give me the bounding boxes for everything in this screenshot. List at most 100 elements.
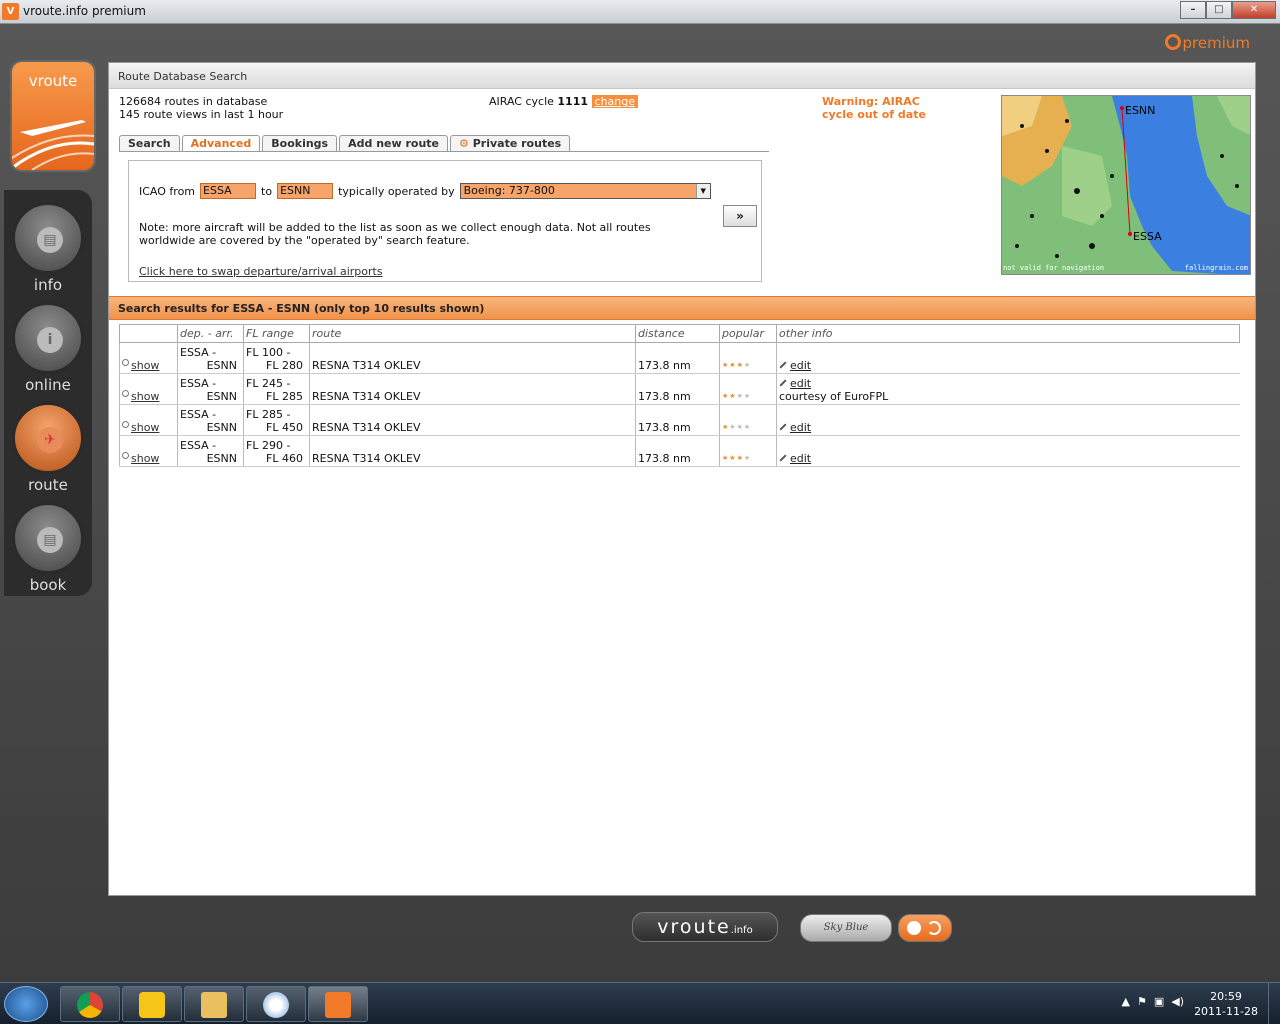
column-header bbox=[119, 324, 178, 343]
plane-icon bbox=[139, 992, 165, 1018]
fl-range-cell: FL 100 - FL 280 bbox=[243, 342, 310, 374]
window-titlebar: V vroute.info premium – □ ✕ bbox=[0, 0, 1280, 24]
fl-to: FL 280 bbox=[266, 359, 303, 372]
gear-icon: ⚙ bbox=[459, 137, 469, 150]
column-header: popular bbox=[719, 324, 777, 343]
info-icon: i bbox=[37, 327, 63, 353]
fl-to: FL 450 bbox=[266, 421, 303, 434]
vroute-logo[interactable]: vroute bbox=[12, 62, 94, 170]
pencil-icon bbox=[779, 361, 787, 369]
taskbar-vroute[interactable] bbox=[308, 986, 368, 1022]
sidebar-item-route[interactable]: ✈ route bbox=[10, 402, 86, 502]
route-search-panel: Route Database Search 126684 routes in d… bbox=[108, 62, 1256, 896]
pencil-icon bbox=[779, 379, 787, 387]
aircraft-note: Note: more aircraft will be added to the… bbox=[139, 221, 651, 247]
advanced-search-form: ICAO from ESSA to ESNN typically operate… bbox=[128, 160, 762, 282]
clock[interactable]: 20:59 2011-11-28 bbox=[1194, 989, 1258, 1019]
window-controls: – □ ✕ bbox=[1180, 1, 1276, 19]
magnifier-icon bbox=[122, 359, 129, 366]
distance-cell: 173.8 nm bbox=[635, 373, 720, 405]
taskbar-explorer[interactable] bbox=[184, 986, 244, 1022]
departure: ESSA - bbox=[180, 408, 217, 421]
show-route-link[interactable]: show bbox=[131, 421, 159, 434]
airac-change-link[interactable]: change bbox=[591, 95, 639, 108]
star-icon: ★ bbox=[729, 423, 737, 431]
airac-cycle: 1111 bbox=[557, 95, 589, 108]
star-icon: ★ bbox=[729, 454, 737, 462]
star-icon: ★ bbox=[743, 392, 752, 400]
star-icon: ★ bbox=[729, 361, 737, 369]
tab-add-new-route[interactable]: Add new route bbox=[339, 135, 449, 151]
system-tray[interactable]: ▲ ⚑ ▣ ◀) bbox=[1122, 995, 1184, 1008]
taskbar-flight-app[interactable] bbox=[122, 986, 182, 1022]
app-icon: V bbox=[2, 3, 19, 20]
arrival: ESNN bbox=[206, 359, 237, 372]
aircraft-select-value: Boeing: 737-800 bbox=[463, 184, 555, 197]
premium-label: premium bbox=[1182, 34, 1251, 52]
route-map[interactable]: ESNN ESSA not valid for navigation falli… bbox=[1001, 95, 1251, 275]
sidebar-item-label: route bbox=[28, 476, 68, 494]
document-icon: ▤ bbox=[37, 227, 63, 253]
to-label: to bbox=[261, 184, 273, 198]
show-desktop-button[interactable] bbox=[1268, 983, 1280, 1024]
edit-link[interactable]: edit bbox=[790, 421, 811, 434]
sidebar-item-label: info bbox=[33, 276, 63, 294]
taskbar-chrome[interactable] bbox=[60, 986, 120, 1022]
sidebar-nav: ▤ info i online ✈ route ▤ book bbox=[4, 190, 92, 596]
clock-time: 20:59 bbox=[1210, 990, 1242, 1003]
moon-icon bbox=[927, 921, 941, 935]
gear-icon bbox=[1164, 34, 1181, 50]
skin-sky-blue-button[interactable]: Sky Blue bbox=[800, 914, 892, 942]
minimize-button[interactable]: – bbox=[1180, 1, 1206, 19]
tab-bookings[interactable]: Bookings bbox=[262, 135, 338, 151]
search-tabs: Search Advanced Bookings Add new route ⚙… bbox=[119, 135, 572, 151]
tab-search[interactable]: Search bbox=[119, 135, 180, 151]
sidebar-item-book[interactable]: ▤ book bbox=[10, 502, 86, 602]
aircraft-select[interactable]: Boeing: 737-800 ▼ bbox=[459, 183, 711, 199]
fl-range-cell: FL 285 - FL 450 bbox=[243, 404, 310, 436]
swap-airports-link[interactable]: Click here to swap departure/arrival air… bbox=[139, 265, 383, 278]
distance-cell: 173.8 nm bbox=[635, 342, 720, 374]
star-icon: ★ bbox=[736, 454, 744, 462]
other-info-cell: edit bbox=[776, 342, 1240, 374]
show-route-link[interactable]: show bbox=[131, 452, 159, 465]
info-text: courtesy of EuroFPL bbox=[779, 390, 889, 403]
maximize-button[interactable]: □ bbox=[1206, 1, 1232, 19]
sidebar-item-info[interactable]: ▤ info bbox=[10, 202, 86, 302]
vroute-brand: vroute.info bbox=[632, 912, 778, 942]
column-header: dep. - arr. bbox=[177, 324, 244, 343]
show-cell: show bbox=[119, 404, 178, 436]
from-airport-input[interactable]: ESSA bbox=[200, 183, 257, 199]
sidebar-item-online[interactable]: i online bbox=[10, 302, 86, 402]
column-header: distance bbox=[635, 324, 720, 343]
tab-advanced[interactable]: Advanced bbox=[181, 135, 261, 151]
window-title: vroute.info premium bbox=[23, 4, 146, 18]
column-header: FL range bbox=[243, 324, 310, 343]
star-icon: ★ bbox=[736, 361, 744, 369]
star-icon: ★ bbox=[743, 423, 752, 431]
departure: ESSA - bbox=[180, 439, 217, 452]
show-route-link[interactable]: show bbox=[131, 390, 159, 403]
edit-link[interactable]: edit bbox=[790, 452, 811, 465]
day-night-toggle[interactable] bbox=[898, 914, 952, 942]
route-cell: RESNA T314 OKLEV bbox=[309, 404, 636, 436]
sidebar-item-label: online bbox=[25, 376, 71, 394]
sidebar-item-label: book bbox=[29, 576, 67, 594]
close-button[interactable]: ✕ bbox=[1232, 1, 1276, 19]
to-airport-input[interactable]: ESNN bbox=[277, 183, 334, 199]
paint-icon bbox=[263, 992, 289, 1018]
taskbar-paint[interactable] bbox=[246, 986, 306, 1022]
magnifier-icon bbox=[122, 421, 129, 428]
search-go-button[interactable]: » bbox=[723, 205, 757, 227]
premium-badge: premium bbox=[1164, 34, 1251, 52]
start-button[interactable] bbox=[4, 986, 48, 1022]
edit-link[interactable]: edit bbox=[790, 377, 811, 390]
rating-stars: ★★★★ bbox=[722, 361, 751, 369]
edit-link[interactable]: edit bbox=[790, 359, 811, 372]
show-route-link[interactable]: show bbox=[131, 359, 159, 372]
table-row: show ESSA - ESNN FL 285 - FL 450 RESNA T314 O… bbox=[119, 404, 1240, 436]
app-frame: premium vroute ▤ info i online ✈ route ▤… bbox=[0, 24, 1280, 982]
tab-private-routes[interactable]: ⚙ Private routes bbox=[450, 135, 571, 151]
show-cell: show bbox=[119, 373, 178, 405]
document-icon: ▤ bbox=[37, 527, 63, 553]
